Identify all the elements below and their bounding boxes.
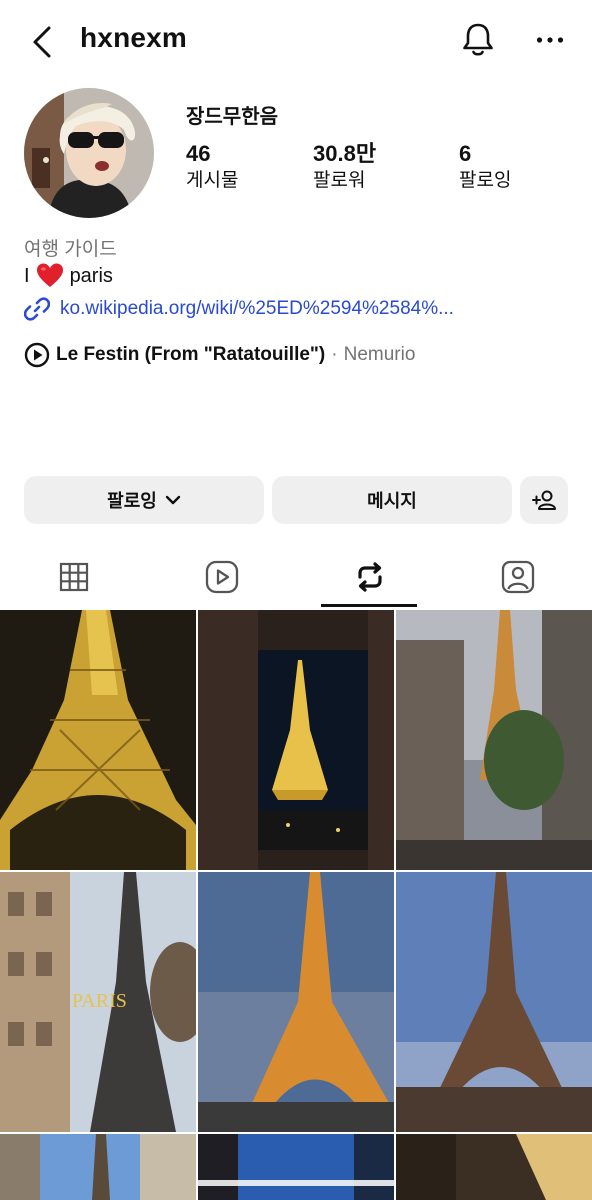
- music-separator: ·: [331, 344, 338, 365]
- street-evening-photo: [396, 1134, 592, 1200]
- chevron-left-icon: [33, 26, 51, 58]
- eiffel-paris-sign-photo: PARIS: [0, 872, 196, 1132]
- tab-tagged[interactable]: [444, 548, 592, 606]
- message-button[interactable]: 메시지: [272, 476, 512, 524]
- followers-label: 팔로워: [313, 170, 366, 191]
- grid-icon: [59, 562, 89, 592]
- grid-post[interactable]: [198, 1134, 394, 1200]
- eiffel-evening-sky-photo: [396, 872, 592, 1132]
- grid-post[interactable]: PARIS: [0, 872, 196, 1132]
- grid-post[interactable]: [0, 610, 196, 870]
- add-user-button[interactable]: [520, 476, 568, 524]
- message-button-label: 메시지: [367, 491, 417, 511]
- more-horizontal-icon: [536, 37, 564, 43]
- posts-label: 게시물: [186, 170, 239, 191]
- more-options-button[interactable]: [528, 20, 572, 60]
- repost-icon: [358, 562, 382, 592]
- posts-grid: PARIS: [0, 610, 592, 1200]
- music-title: Le Festin (From "Ratatouille"): [56, 344, 326, 365]
- music-artist: Nemurio: [343, 344, 416, 365]
- grid-post[interactable]: [396, 872, 592, 1132]
- tab-reposts[interactable]: [296, 548, 444, 606]
- profile-header: hxnexm: [0, 0, 592, 80]
- grid-post[interactable]: [198, 872, 394, 1132]
- active-tab-indicator: [321, 604, 417, 607]
- profile-avatar[interactable]: [24, 88, 154, 218]
- followers-value: 30.8만: [313, 141, 377, 166]
- tab-reels[interactable]: [148, 548, 296, 606]
- posts-value: 46: [186, 141, 211, 166]
- eiffel-dusk-photo: [198, 872, 394, 1132]
- tab-grid[interactable]: [0, 548, 148, 606]
- following-button-label: 팔로잉: [107, 491, 157, 511]
- grid-post[interactable]: [198, 610, 394, 870]
- grid-post[interactable]: [396, 1134, 592, 1200]
- following-value: 6: [459, 141, 472, 166]
- home-indicator[interactable]: [196, 1180, 396, 1186]
- link-url: ko.wikipedia.org/wiki/%25ED%2594%2584%..…: [60, 298, 454, 319]
- tagged-person-icon: [501, 560, 535, 594]
- profile-link[interactable]: ko.wikipedia.org/wiki/%25ED%2594%2584%..…: [24, 296, 454, 322]
- eiffel-window-blue-photo: [198, 1134, 394, 1200]
- link-icon: [24, 297, 50, 321]
- eiffel-night-closeup-photo: [0, 610, 196, 870]
- notifications-button[interactable]: [458, 20, 498, 60]
- eiffel-blue-sky-photo: [0, 1134, 196, 1200]
- add-person-icon: [532, 490, 556, 510]
- back-button[interactable]: [22, 22, 62, 62]
- profile-tabs: [0, 548, 592, 608]
- display-name: 장드무한음: [186, 106, 278, 128]
- play-circle-icon: [24, 342, 50, 368]
- bio-suffix: paris: [69, 264, 113, 287]
- posts-count[interactable]: 46 게시물: [186, 140, 238, 194]
- profile-category: 여행 가이드: [24, 239, 117, 260]
- profile-username: hxnexm: [80, 22, 188, 53]
- eiffel-through-window-photo: [198, 610, 394, 870]
- grid-post[interactable]: [0, 1134, 196, 1200]
- paris-overlay-text: PARIS: [72, 990, 127, 1012]
- red-heart-icon: [36, 263, 63, 287]
- profile-music[interactable]: Le Festin (From "Ratatouille") · Nemurio: [24, 342, 415, 368]
- bio-prefix: I: [24, 264, 30, 287]
- grid-post[interactable]: [396, 610, 592, 870]
- followers-count[interactable]: 30.8만 팔로워: [313, 140, 376, 194]
- bell-icon: [463, 23, 493, 56]
- following-label: 팔로잉: [459, 170, 512, 191]
- following-button[interactable]: 팔로잉: [24, 476, 264, 524]
- eiffel-street-view-photo: [396, 610, 592, 870]
- chevron-down-icon: [165, 495, 181, 505]
- reels-icon: [205, 560, 239, 594]
- profile-bio: I paris: [24, 262, 113, 290]
- avatar-photo: [24, 88, 154, 218]
- following-count[interactable]: 6 팔로잉: [459, 140, 511, 194]
